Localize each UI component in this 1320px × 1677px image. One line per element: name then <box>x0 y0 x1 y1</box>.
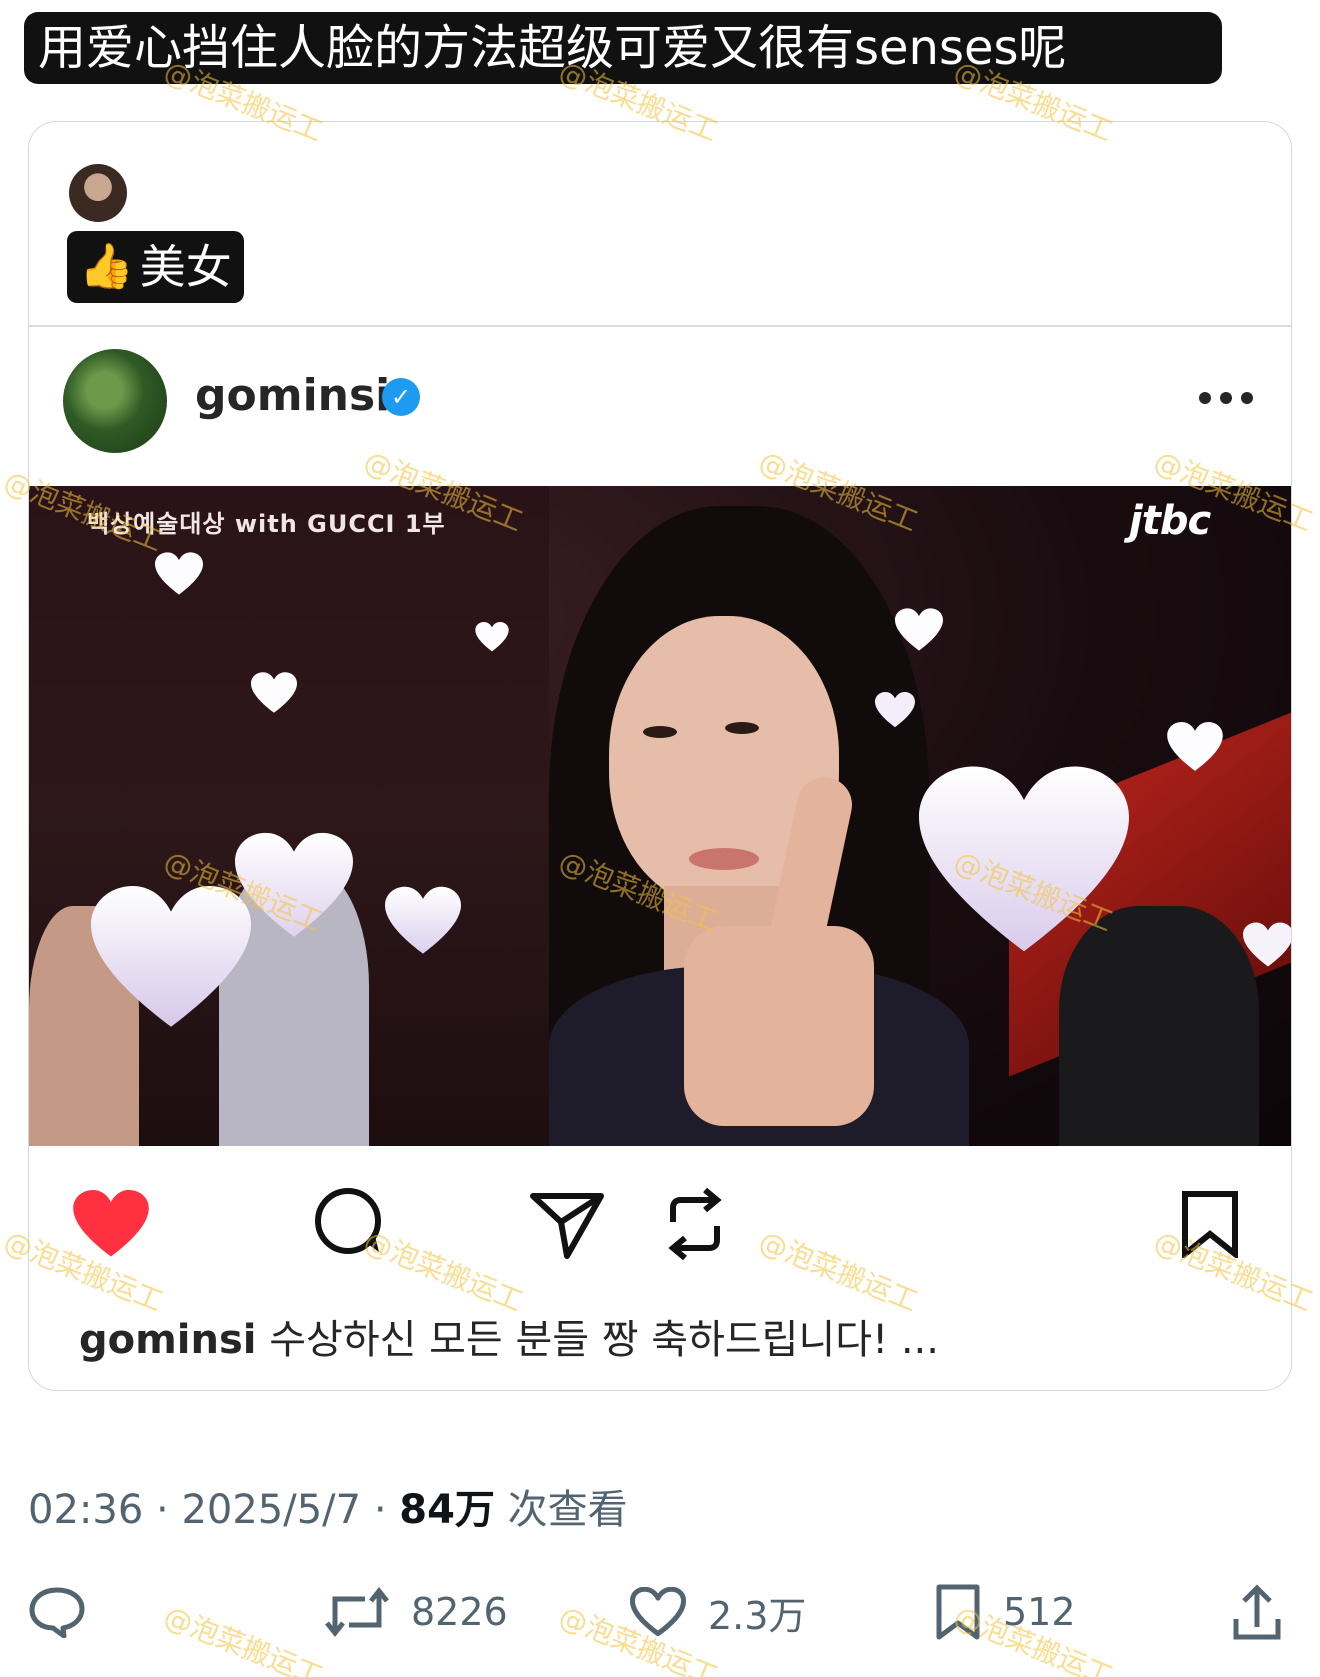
view-count-label: 次查看 <box>507 1487 628 1533</box>
caption-username[interactable]: gominsi <box>79 1317 257 1363</box>
heart-sticker-icon <box>1243 922 1291 967</box>
retweet-icon <box>325 1587 389 1637</box>
tweet-text: 用爱心挡住人脸的方法超级可爱又很有senses呢 <box>24 12 1222 84</box>
retweet-count: 8226 <box>411 1590 508 1634</box>
heart-sticker-icon <box>475 622 509 652</box>
quote-author-avatar[interactable] <box>69 164 127 222</box>
share-button[interactable] <box>1232 1583 1282 1641</box>
thumbs-up-icon: 👍 <box>79 241 134 292</box>
repost-icon[interactable] <box>663 1186 727 1262</box>
heart-sticker-icon <box>251 672 297 713</box>
verified-badge-icon: ✓ <box>382 378 420 416</box>
ig-username[interactable]: gominsi <box>195 370 390 421</box>
thumbs-up-hand <box>684 926 874 1126</box>
heart-sticker-icon <box>895 608 943 651</box>
bookmark-count: 512 <box>1003 1590 1076 1634</box>
tweet-date[interactable]: 2025/5/7 <box>181 1487 361 1533</box>
divider <box>29 325 1291 327</box>
like-heart-icon[interactable] <box>73 1190 149 1258</box>
reply-button[interactable] <box>28 1583 86 1641</box>
heart-sticker-icon <box>91 886 251 1027</box>
comment-icon[interactable] <box>313 1186 385 1258</box>
view-count: 84万 <box>399 1487 495 1533</box>
watermark: @泡菜搬运工 <box>159 1599 328 1677</box>
broadcast-tag: 백상예술대상 with GUCCI 1부 <box>87 510 446 538</box>
quote-text-label: 美女 <box>139 240 232 294</box>
heart-icon <box>630 1587 686 1637</box>
share-send-icon[interactable] <box>529 1190 605 1260</box>
bookmark-icon <box>936 1584 980 1640</box>
reply-icon <box>29 1587 85 1638</box>
save-bookmark-icon[interactable] <box>1181 1190 1239 1258</box>
like-count: 2.3万 <box>708 1593 807 1638</box>
heart-sticker-icon <box>919 766 1129 952</box>
more-options-icon[interactable] <box>1199 392 1253 406</box>
heart-sticker-icon <box>155 552 203 595</box>
heart-sticker-icon <box>875 692 915 728</box>
heart-sticker-icon <box>385 886 461 954</box>
tweet-meta: 02:36 · 2025/5/7 · 84万 次查看 <box>28 1487 628 1533</box>
heart-sticker-icon <box>235 832 353 937</box>
share-upload-icon <box>1233 1584 1281 1640</box>
bookmark-button[interactable]: 512 <box>935 1583 1076 1641</box>
quoted-post-card[interactable]: 👍 美女 gominsi ✓ 백상예술대상 with GUCCI 1부 jtbc <box>28 121 1292 1391</box>
caption-text: 수상하신 모든 분들 짱 축하드립니다! ... <box>269 1317 939 1363</box>
heart-sticker-icon <box>1167 722 1223 771</box>
post-caption: gominsi 수상하신 모든 분들 짱 축하드립니다! ... <box>79 1307 939 1365</box>
quote-text: 👍 美女 <box>67 231 244 303</box>
like-button[interactable]: 2.3万 <box>630 1583 806 1641</box>
channel-logo: jtbc <box>1129 498 1211 544</box>
retweet-button[interactable]: 8226 <box>325 1583 508 1641</box>
ig-avatar[interactable] <box>63 349 167 453</box>
post-image[interactable]: 백상예술대상 with GUCCI 1부 jtbc <box>29 486 1291 1146</box>
tweet-time[interactable]: 02:36 <box>28 1487 143 1533</box>
